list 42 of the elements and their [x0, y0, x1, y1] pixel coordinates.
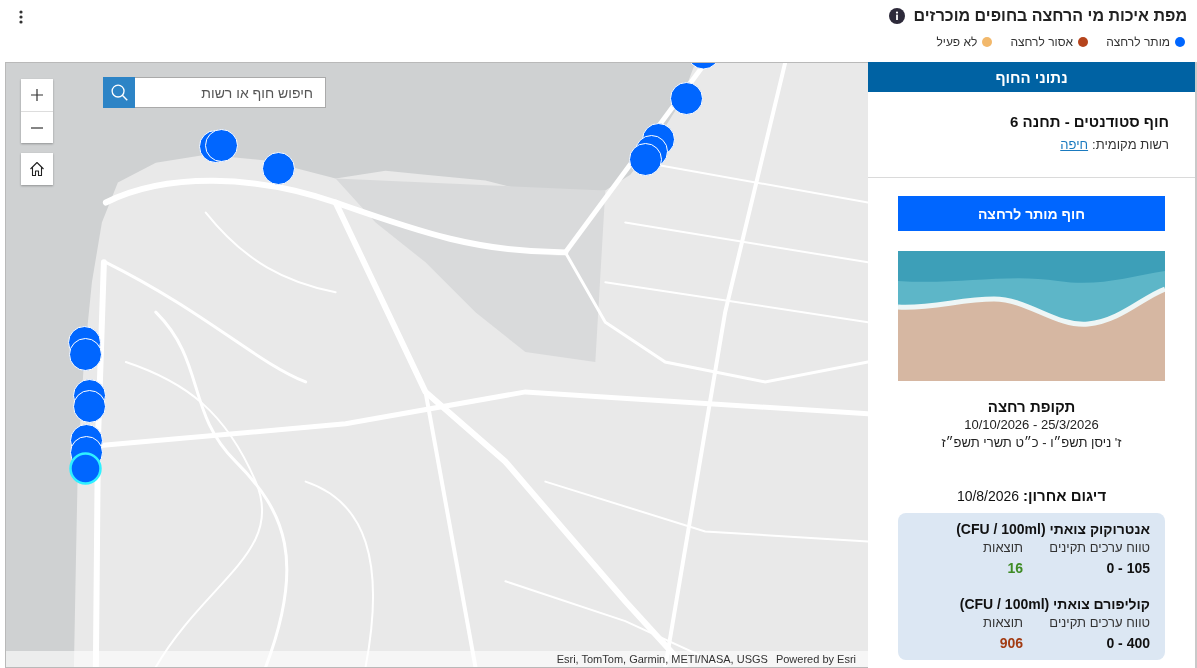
normal-range-value: 0 - 400: [1106, 634, 1150, 652]
home-button[interactable]: [21, 153, 53, 185]
search-field[interactable]: חיפוש חוף או רשות: [135, 77, 326, 108]
marker-stack-icon[interactable]: [198, 128, 238, 163]
plus-icon: [31, 89, 43, 101]
column-label: טווח ערכים תקינים: [1049, 614, 1150, 632]
season-hebrew-dates: ז' ניסן תשפ״ו - כ״ט תשרי תשפ״ז: [941, 434, 1122, 452]
more-icon: [19, 10, 23, 24]
authority-link[interactable]: חיפה: [1060, 136, 1089, 154]
map-marker-icon[interactable]: [261, 151, 295, 185]
status-button[interactable]: חוף מותר לרחצה: [898, 196, 1165, 231]
marker-stack-icon[interactable]: [72, 378, 106, 423]
result-value: 16: [1007, 559, 1023, 577]
marker-stack-icon[interactable]: [628, 122, 675, 176]
normal-range-value: 0 - 105: [1106, 559, 1150, 577]
panel-header: נתוני החוף: [868, 62, 1195, 92]
zoom-out-button[interactable]: [21, 111, 53, 143]
search-icon: [110, 84, 128, 101]
authority-label: רשות מקומית:: [1092, 136, 1169, 154]
powered-by-link[interactable]: Powered by Esri: [775, 653, 856, 665]
app-title: מפת איכות מי הרחצה בחופים מוכרזים: [913, 6, 1187, 26]
minus-icon: [31, 126, 43, 129]
legend-label: מותר לרחצה: [1106, 35, 1170, 49]
map-marker-icon[interactable]: [669, 81, 703, 115]
legend-label: אסור לרחצה: [1010, 35, 1074, 49]
season-dates: 25/3/2026 - 10/10/2026: [964, 416, 1099, 434]
column-label: תוצאות: [983, 539, 1023, 557]
marker-stack-icon[interactable]: [67, 325, 102, 371]
zoom-in-button[interactable]: [21, 79, 53, 111]
legend-label: לא פעיל: [936, 35, 978, 49]
test-title: קוליפורם צואתי (CFU / 100ml): [959, 595, 1150, 614]
info-icon[interactable]: [889, 8, 906, 24]
beach-name: חוף סטודנטים - תחנה 6: [1010, 113, 1169, 131]
column-label: טווח ערכים תקינים: [1049, 539, 1150, 557]
attribution-text: Esri, TomTom, Garmin, METI/NASA, USGS: [556, 653, 768, 665]
home-icon: [29, 161, 45, 177]
season-title: תקופת רחצה: [987, 398, 1076, 416]
result-value: 906: [999, 634, 1023, 652]
test-title: אנטרוקוק צואתי (CFU / 100ml): [956, 520, 1150, 539]
search-button[interactable]: [103, 77, 135, 108]
column-label: תוצאות: [983, 614, 1023, 632]
marker-stack-icon[interactable]: [68, 423, 103, 485]
